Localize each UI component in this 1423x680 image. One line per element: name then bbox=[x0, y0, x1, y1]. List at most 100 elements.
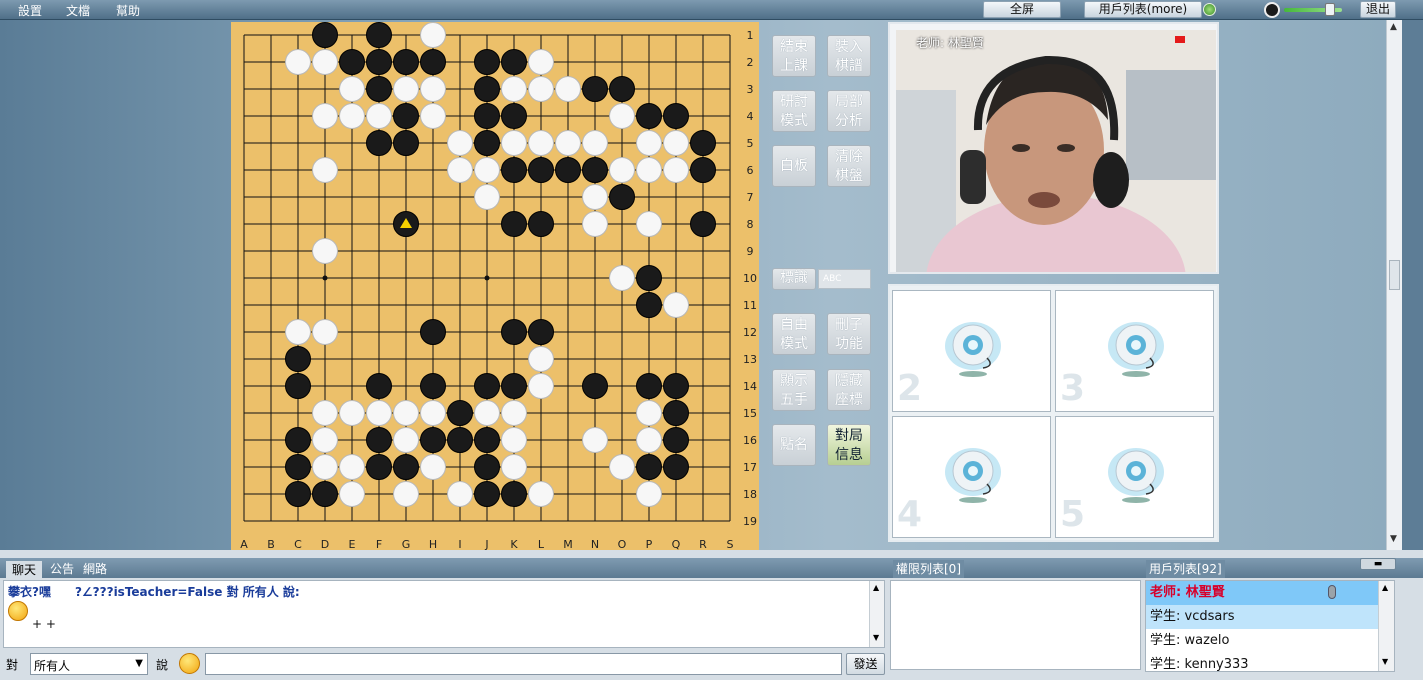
control-button[interactable]: 結束 上課 bbox=[772, 35, 816, 77]
control-button[interactable]: 刪子 功能 bbox=[827, 313, 871, 355]
send-button[interactable]: 發送 bbox=[846, 653, 885, 675]
white-stone[interactable] bbox=[501, 454, 527, 480]
star-point[interactable] bbox=[322, 275, 328, 281]
row-label[interactable]: 16 bbox=[743, 434, 757, 447]
white-stone[interactable] bbox=[420, 454, 446, 480]
black-stone[interactable] bbox=[474, 103, 500, 129]
black-stone[interactable] bbox=[501, 103, 527, 129]
control-button[interactable]: 自由 模式 bbox=[772, 313, 816, 355]
white-stone[interactable] bbox=[366, 103, 392, 129]
row-label[interactable]: 4 bbox=[747, 110, 754, 123]
white-stone[interactable] bbox=[555, 130, 581, 156]
white-stone[interactable] bbox=[312, 238, 338, 264]
white-stone[interactable] bbox=[528, 481, 554, 507]
black-stone[interactable] bbox=[528, 211, 554, 237]
black-stone[interactable] bbox=[636, 103, 662, 129]
scroll-down-icon[interactable]: ▼ bbox=[1390, 534, 1397, 544]
white-stone[interactable] bbox=[582, 427, 608, 453]
white-stone[interactable] bbox=[420, 22, 446, 48]
white-stone[interactable] bbox=[393, 76, 419, 102]
white-stone[interactable] bbox=[636, 130, 662, 156]
white-stone[interactable] bbox=[312, 103, 338, 129]
black-stone[interactable] bbox=[690, 130, 716, 156]
white-stone[interactable] bbox=[528, 346, 554, 372]
row-label[interactable]: 13 bbox=[743, 353, 757, 366]
black-stone[interactable] bbox=[339, 49, 365, 75]
control-button[interactable]: 顯示 五手 bbox=[772, 369, 816, 411]
white-stone[interactable] bbox=[555, 76, 581, 102]
white-stone[interactable] bbox=[366, 400, 392, 426]
black-stone[interactable] bbox=[393, 130, 419, 156]
tab-chat[interactable]: 聊天 bbox=[6, 561, 43, 579]
black-stone[interactable] bbox=[636, 265, 662, 291]
user-row-teacher[interactable]: 老师: 林聖賢 bbox=[1146, 581, 1378, 605]
black-stone[interactable] bbox=[555, 157, 581, 183]
black-stone[interactable] bbox=[474, 481, 500, 507]
black-stone[interactable] bbox=[420, 427, 446, 453]
black-stone[interactable] bbox=[285, 481, 311, 507]
white-stone[interactable] bbox=[312, 157, 338, 183]
black-stone[interactable] bbox=[366, 22, 392, 48]
black-stone[interactable] bbox=[501, 211, 527, 237]
white-stone[interactable] bbox=[609, 103, 635, 129]
black-stone[interactable] bbox=[609, 184, 635, 210]
scroll-thumb[interactable] bbox=[1389, 260, 1400, 290]
row-label[interactable]: 14 bbox=[743, 380, 757, 393]
chat-scroll-up-icon[interactable]: ▲ bbox=[873, 583, 879, 592]
recipient-select[interactable]: 所有人 ▼ bbox=[30, 653, 148, 675]
speaker-icon[interactable] bbox=[1264, 2, 1280, 18]
exit-button[interactable]: 退出 bbox=[1360, 1, 1396, 18]
column-label[interactable]: L bbox=[538, 538, 545, 550]
black-stone[interactable] bbox=[636, 292, 662, 318]
black-stone[interactable] bbox=[474, 76, 500, 102]
white-stone[interactable] bbox=[393, 400, 419, 426]
white-stone[interactable] bbox=[474, 157, 500, 183]
row-label[interactable]: 9 bbox=[747, 245, 754, 258]
white-stone[interactable] bbox=[663, 130, 689, 156]
volume-slider-thumb[interactable] bbox=[1325, 3, 1335, 16]
white-stone[interactable] bbox=[528, 76, 554, 102]
white-stone[interactable] bbox=[501, 427, 527, 453]
black-stone[interactable] bbox=[420, 49, 446, 75]
white-stone[interactable] bbox=[312, 319, 338, 345]
black-stone[interactable] bbox=[474, 373, 500, 399]
column-label[interactable]: D bbox=[321, 538, 329, 550]
row-label[interactable]: 1 bbox=[747, 29, 754, 42]
userlist-more-button[interactable]: 用戶列表(more) bbox=[1084, 1, 1202, 18]
white-stone[interactable] bbox=[474, 400, 500, 426]
white-stone[interactable] bbox=[339, 400, 365, 426]
user-row[interactable]: 学生: vcdsars bbox=[1146, 605, 1378, 629]
control-button[interactable]: 裝入 棋譜 bbox=[827, 35, 871, 77]
row-label[interactable]: 10 bbox=[743, 272, 757, 285]
row-label[interactable]: 12 bbox=[743, 326, 757, 339]
column-label[interactable]: Q bbox=[672, 538, 681, 550]
user-list-scrollbar[interactable]: ▲ ▼ bbox=[1378, 581, 1394, 671]
mark-button[interactable]: 標識 bbox=[772, 268, 816, 290]
user-row[interactable]: 学生: kenny333 bbox=[1146, 653, 1378, 671]
white-stone[interactable] bbox=[582, 130, 608, 156]
user-scroll-up-icon[interactable]: ▲ bbox=[1382, 583, 1388, 592]
white-stone[interactable] bbox=[501, 76, 527, 102]
column-label[interactable]: I bbox=[458, 538, 461, 550]
row-label[interactable]: 2 bbox=[747, 56, 754, 69]
black-stone[interactable] bbox=[636, 454, 662, 480]
white-stone[interactable] bbox=[636, 157, 662, 183]
user-scroll-down-icon[interactable]: ▼ bbox=[1382, 657, 1388, 666]
white-stone[interactable] bbox=[636, 211, 662, 237]
go-board-canvas[interactable]: A B C D E F G H I J K L M N O P Q R S123456789101112131415… bbox=[231, 22, 759, 550]
row-label[interactable]: 19 bbox=[743, 515, 757, 528]
emoji-picker-icon[interactable] bbox=[179, 653, 200, 674]
column-label[interactable]: B bbox=[267, 538, 275, 550]
column-label[interactable]: R bbox=[699, 538, 707, 550]
row-label[interactable]: 5 bbox=[747, 137, 754, 150]
black-stone[interactable] bbox=[447, 427, 473, 453]
black-stone[interactable] bbox=[366, 76, 392, 102]
black-stone[interactable] bbox=[366, 130, 392, 156]
white-stone[interactable] bbox=[609, 454, 635, 480]
black-stone[interactable] bbox=[690, 211, 716, 237]
black-stone[interactable] bbox=[501, 481, 527, 507]
white-stone[interactable] bbox=[312, 427, 338, 453]
black-stone[interactable] bbox=[393, 49, 419, 75]
chat-scroll-down-icon[interactable]: ▼ bbox=[873, 633, 879, 642]
black-stone[interactable] bbox=[528, 157, 554, 183]
